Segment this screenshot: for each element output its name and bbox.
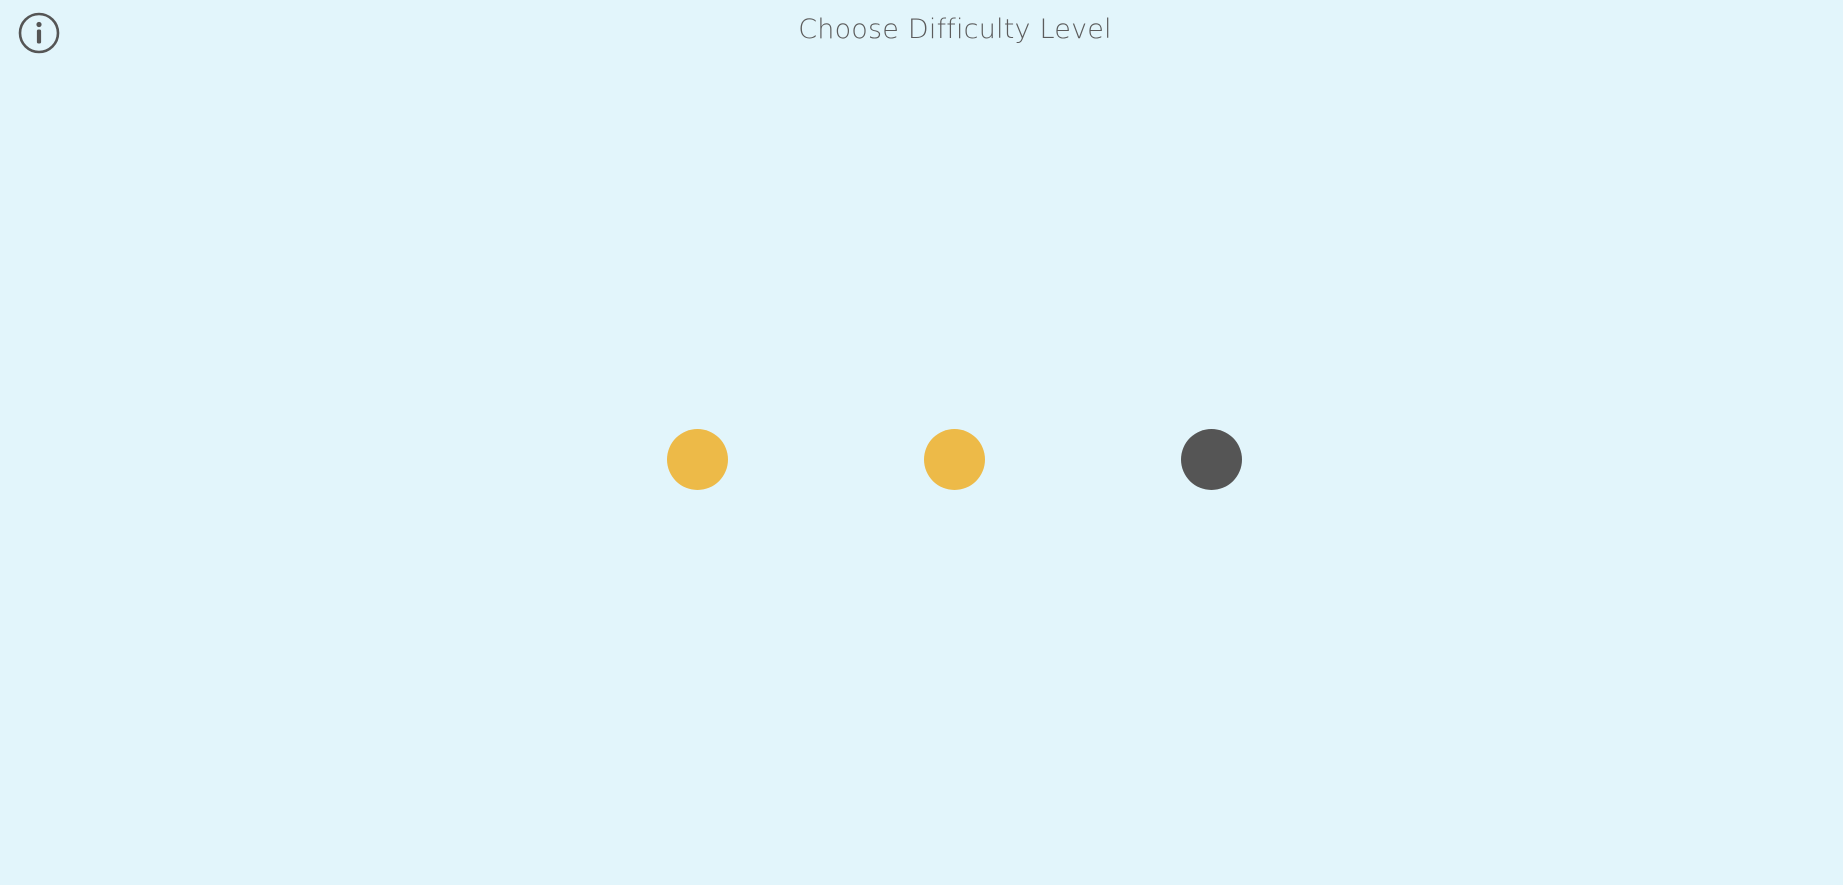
difficulty-level-2-button[interactable] bbox=[924, 429, 985, 490]
difficulty-level-3-button[interactable] bbox=[1181, 429, 1242, 490]
difficulty-levels bbox=[0, 0, 1843, 885]
page-title: Choose Difficulty Level bbox=[798, 14, 1112, 45]
difficulty-level-1-button[interactable] bbox=[667, 429, 728, 490]
